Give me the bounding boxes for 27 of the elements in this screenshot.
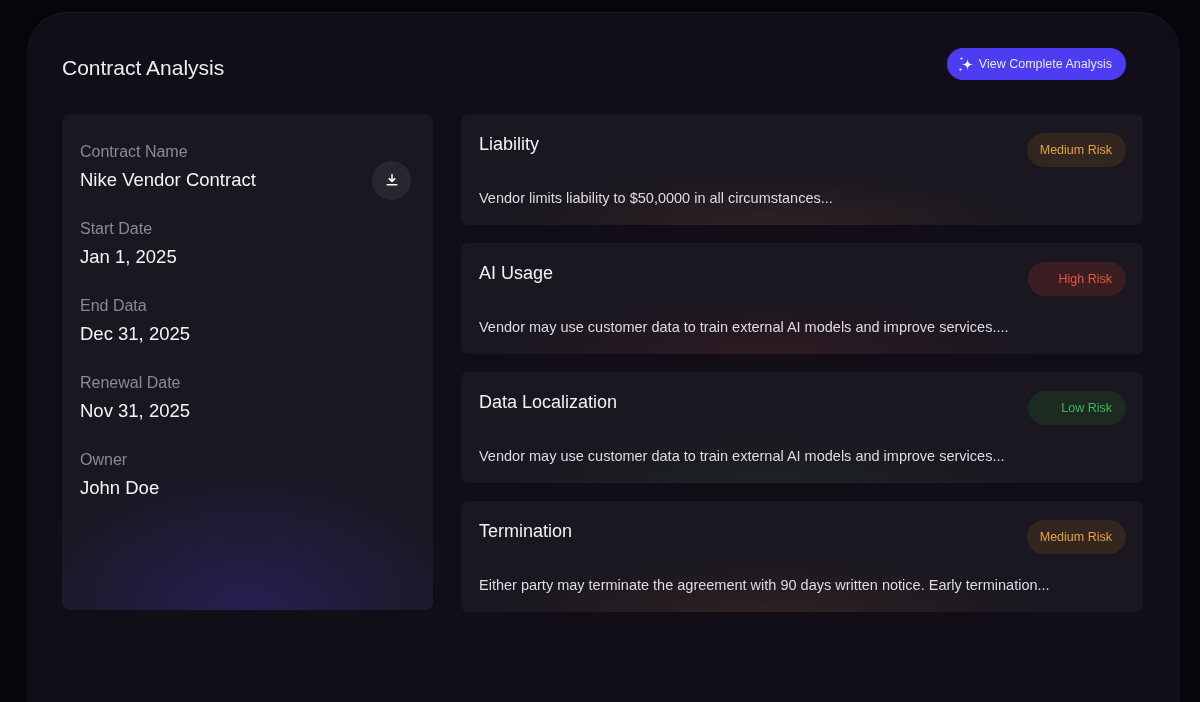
field-label: Renewal Date: [80, 374, 181, 392]
field-value: Nov 31, 2025: [80, 400, 191, 422]
clause-title: Liability: [479, 133, 540, 155]
field-value: Jan 1, 2025: [80, 246, 177, 268]
download-button[interactable]: [372, 160, 411, 200]
field-value: Nike Vendor Contract: [80, 169, 256, 191]
sparkle-icon: [957, 56, 974, 72]
risk-badge: Medium Risk: [1026, 520, 1126, 554]
clause-description: Vendor may use customer data to train external AI models and improve services....: [479, 318, 1009, 336]
download-icon: [385, 174, 398, 186]
field-label: End Data: [80, 297, 147, 315]
clause-title: AI Usage: [479, 262, 554, 284]
clause-title: Termination: [479, 520, 573, 542]
risk-badge: Medium Risk: [1026, 133, 1126, 167]
clause-description: Vendor limits liability to $50,0000 in all circumstances...: [479, 189, 833, 207]
field-value: John Doe: [80, 477, 160, 499]
panel-title: Contract Analysis: [62, 56, 225, 80]
field-label: Start Date: [80, 220, 153, 238]
clause-title: Data Localization: [479, 391, 618, 413]
clause-description: Either party may terminate the agreement with 90 days written notice. Early termination...: [479, 576, 1050, 594]
field-label: Owner: [80, 451, 128, 469]
risk-badge: High Risk: [1028, 262, 1126, 296]
clause-description: Vendor may use customer data to train external AI models and improve services...: [479, 447, 1005, 465]
field-value: Dec 31, 2025: [80, 323, 191, 345]
risk-badge: Low Risk: [1028, 391, 1126, 425]
view-analysis-button[interactable]: View Complete Analysis: [946, 48, 1126, 80]
field-label: Contract Name: [80, 143, 188, 161]
